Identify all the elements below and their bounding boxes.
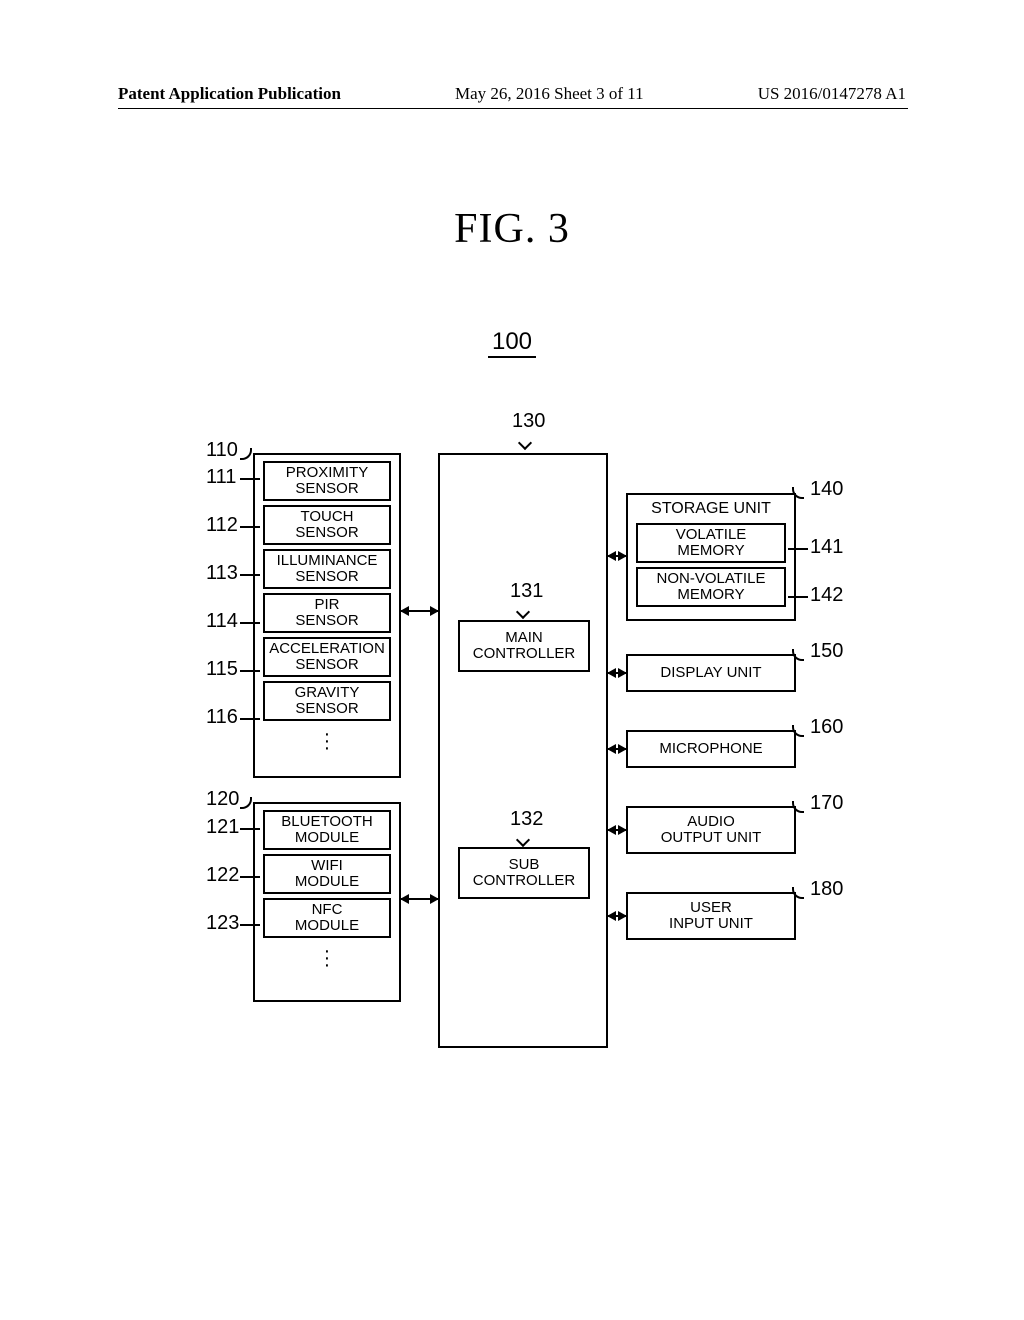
sub-controller-block: SUB CONTROLLER <box>458 847 590 899</box>
label-120: 120 <box>206 788 239 811</box>
label-180: 180 <box>810 878 843 901</box>
illuminance-sensor: ILLUMINANCE SENSOR <box>263 549 391 589</box>
label-122: 122 <box>206 864 239 887</box>
label-121: 121 <box>206 816 239 839</box>
wifi-module: WIFI MODULE <box>263 854 391 894</box>
pir-sensor: PIR SENSOR <box>263 593 391 633</box>
audio-output: AUDIO OUTPUT UNIT <box>626 806 796 854</box>
label-116: 116 <box>206 706 238 729</box>
header-rule <box>118 108 908 109</box>
microphone: MICROPHONE <box>626 730 796 768</box>
label-130: 130 <box>512 410 545 433</box>
header-center: May 26, 2016 Sheet 3 of 11 <box>455 84 644 104</box>
comm-ellipsis: ··· <box>255 942 399 971</box>
arrow-audio <box>608 829 626 831</box>
arrow-storage <box>608 555 626 557</box>
gravity-sensor: GRAVITY SENSOR <box>263 681 391 721</box>
arrow-sensor-controller <box>401 610 438 612</box>
label-142: 142 <box>810 584 843 607</box>
touch-sensor: TOUCH SENSOR <box>263 505 391 545</box>
arrow-display <box>608 672 626 674</box>
display-unit: DISPLAY UNIT <box>626 654 796 692</box>
acceleration-sensor: ACCELERATION SENSOR <box>263 637 391 677</box>
label-114: 114 <box>206 610 238 633</box>
nfc-module: NFC MODULE <box>263 898 391 938</box>
figure-title: FIG. 3 <box>0 205 1024 253</box>
hook-110 <box>240 448 252 460</box>
label-141: 141 <box>810 536 843 559</box>
label-115: 115 <box>206 658 238 681</box>
system-reference: 100 <box>0 328 1024 356</box>
label-111: 111 <box>206 466 236 489</box>
comm-group: BLUETOOTH MODULE WIFI MODULE NFC MODULE … <box>253 802 401 1002</box>
label-132: 132 <box>510 808 543 831</box>
user-input: USER INPUT UNIT <box>626 892 796 940</box>
arrow-mic <box>608 748 626 750</box>
label-140: 140 <box>810 478 843 501</box>
main-controller-block: MAIN CONTROLLER <box>458 620 590 672</box>
label-160: 160 <box>810 716 843 739</box>
nonvolatile-memory: NON-VOLATILE MEMORY <box>636 567 786 607</box>
label-112: 112 <box>206 514 238 537</box>
storage-title: STORAGE UNIT <box>628 495 794 521</box>
label-110: 110 <box>206 439 238 462</box>
controller-block: MAIN CONTROLLER SUB CONTROLLER <box>438 453 608 1048</box>
proximity-sensor: PROXIMITY SENSOR <box>263 461 391 501</box>
hook-120 <box>240 797 252 809</box>
storage-unit: STORAGE UNIT VOLATILE MEMORY NON-VOLATIL… <box>626 493 796 621</box>
arrow-comm-controller <box>401 898 438 900</box>
volatile-memory: VOLATILE MEMORY <box>636 523 786 563</box>
label-150: 150 <box>810 640 843 663</box>
arrow-user-input <box>608 915 626 917</box>
label-113: 113 <box>206 562 238 585</box>
sensor-group: PROXIMITY SENSOR TOUCH SENSOR ILLUMINANC… <box>253 453 401 778</box>
label-170: 170 <box>810 792 843 815</box>
header-right: US 2016/0147278 A1 <box>758 84 906 104</box>
lead-130 <box>518 436 532 450</box>
sensor-ellipsis: ··· <box>255 725 399 754</box>
block-diagram: 130 MAIN CONTROLLER SUB CONTROLLER 131 1… <box>140 400 880 1080</box>
page-header: Patent Application Publication May 26, 2… <box>0 84 1024 104</box>
bluetooth-module: BLUETOOTH MODULE <box>263 810 391 850</box>
header-left: Patent Application Publication <box>118 84 341 104</box>
label-123: 123 <box>206 912 239 935</box>
label-131: 131 <box>510 580 543 603</box>
